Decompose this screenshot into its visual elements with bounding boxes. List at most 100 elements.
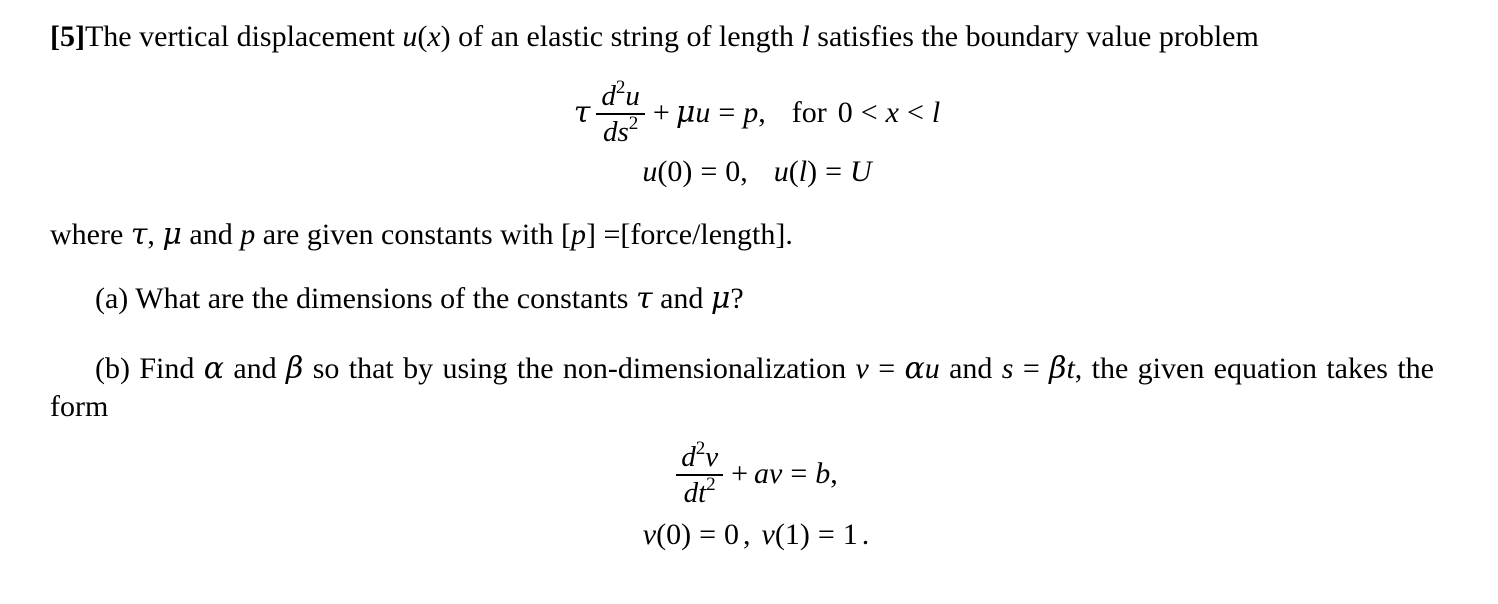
target-frac-num-exponent: 2 [695, 438, 706, 460]
frac-num-d: d [601, 80, 616, 112]
part-a-paragraph: (a) What are the dimensions of the const… [50, 280, 1434, 318]
display-equation-target: d2v dt2 + av = b, [50, 439, 1434, 510]
part-b-paragraph: (b) Find α and β so that by using the no… [50, 350, 1434, 427]
display-equation-boundary-conditions: u(0) = 0, u(l) = U [50, 155, 1434, 189]
bc-arg2-open: ( [788, 155, 799, 188]
problem-number: [5] [50, 20, 85, 53]
part-b-symbol-beta-2: β [1049, 351, 1067, 386]
target-bc-arg-1: (0) [656, 518, 692, 551]
where-clause-paragraph: where τ, μ and p are given constants wit… [50, 216, 1434, 254]
part-b-symbol-beta: β [286, 351, 304, 386]
frac-den-d: d [602, 116, 618, 149]
word-for: for [791, 96, 827, 130]
where-symbol-mu: μ [162, 217, 182, 252]
intro-text-2: of an elastic string of length [450, 20, 802, 53]
symbol-mu: μ [675, 95, 696, 131]
part-b-text-3: so that by using the non-dimensionalizat… [303, 352, 856, 385]
part-a-text-2: and [652, 282, 711, 315]
where-text-2: and [181, 218, 241, 251]
target-coeff-a: a [754, 457, 770, 491]
bc-value-1: 0 [725, 155, 741, 188]
bc-equals-1: = [700, 155, 718, 188]
bracket-close: ] [586, 218, 596, 251]
intro-text-1: The vertical displacement [84, 20, 403, 53]
paren-open: ( [417, 20, 428, 53]
var-x: x [427, 20, 441, 53]
var-l: l [801, 20, 810, 53]
frac-den-exponent: 2 [628, 113, 639, 135]
part-b-equals-1: = [878, 352, 896, 385]
target-operator-equals: = [790, 457, 808, 491]
display-equation-target-boundary-conditions: v(0) = 0, v(1) = 1. [50, 518, 1434, 552]
target-operator-plus: + [731, 457, 749, 491]
fraction-d2v-dt2: d2v dt2 [676, 439, 724, 510]
symbol-tau: τ [573, 95, 591, 131]
target-bc-equals-1: = [699, 518, 716, 551]
where-symbol-tau: τ [130, 217, 148, 252]
frac-num-exponent: 2 [615, 77, 626, 99]
where-var-p: p [240, 218, 256, 251]
where-units: [force/length]. [620, 218, 793, 251]
where-text-3: are given constants with [255, 218, 561, 251]
target-bc-period: . [861, 518, 870, 551]
value-zero: 0 [837, 96, 853, 130]
fraction-bar [676, 474, 724, 477]
bc-arg2-close: ) [807, 155, 818, 188]
where-comma: , [147, 218, 163, 251]
target-rhs-b: b [815, 457, 831, 491]
fraction-d2u-ds2: d2u ds2 [596, 78, 645, 149]
problem-statement-intro: [5]The vertical displacement u(x) of an … [50, 18, 1434, 56]
part-b-text-1: Find [129, 352, 204, 385]
var-u-mu-term: u [695, 96, 711, 130]
target-bc-comma: , [743, 518, 751, 551]
target-bc-value-2: 1 [842, 518, 858, 551]
part-a-label: (a) [95, 282, 129, 315]
bc-u-2: u [773, 155, 789, 188]
display-equation-governing: τ d2u ds2 + μu = p, for 0 < x < l [50, 78, 1434, 149]
bc-comma: , [740, 155, 748, 188]
part-b-symbol-alpha-2: α [904, 351, 925, 386]
bc-value-2: U [850, 155, 872, 188]
bc-equals-2: = [825, 155, 842, 188]
document-page: [5]The vertical displacement u(x) of an … [50, 0, 1434, 604]
part-b-text-2: and [224, 352, 287, 385]
part-b-var-u: u [924, 352, 940, 385]
var-p: p [743, 96, 759, 130]
part-a-symbol-mu: μ [710, 281, 731, 316]
var-l-range: l [931, 96, 941, 130]
target-frac-den-exponent: 2 [706, 474, 716, 496]
part-a-symbol-tau: τ [635, 281, 653, 316]
target-comma: , [830, 457, 838, 491]
where-text-1: where [50, 218, 131, 251]
part-b-symbol-alpha: α [203, 351, 224, 386]
operator-plus: + [652, 96, 670, 130]
paren-close: ) [440, 20, 451, 53]
bc-arg2-var: l [798, 155, 808, 188]
var-u: u [402, 20, 418, 53]
bracket-var-p: p [571, 218, 586, 251]
bc-u-1: u [642, 155, 658, 188]
bracket-open: [ [561, 218, 571, 251]
part-b-equals-2: = [1022, 352, 1040, 385]
part-b-var-t: t [1066, 352, 1075, 385]
where-equals: = [596, 218, 621, 251]
part-b-var-s: s [1001, 352, 1014, 385]
part-b-var-v: v [855, 352, 869, 385]
frac-num-var: u [625, 80, 640, 112]
operator-equals: = [718, 96, 736, 130]
operator-lt-2: < [906, 96, 924, 130]
target-frac-num-d: d [681, 441, 696, 473]
part-b-label: (b) [95, 352, 130, 385]
target-bc-equals-2: = [817, 518, 835, 551]
intro-text-3: satisfies the boundary value problem [809, 20, 1259, 53]
target-frac-den-d: d [683, 477, 699, 510]
target-bc-v-1: v [642, 518, 657, 551]
comma: , [758, 96, 766, 130]
part-a-text-1: What are the dimensions of the constants [128, 282, 636, 315]
part-b-text-4: and [939, 352, 1002, 385]
target-var-v: v [769, 457, 783, 491]
part-a-text-3: ? [730, 282, 744, 315]
target-frac-num-var: v [705, 441, 719, 473]
bc-arg-1: (0) [657, 155, 693, 188]
target-frac-den-var: t [698, 477, 707, 510]
